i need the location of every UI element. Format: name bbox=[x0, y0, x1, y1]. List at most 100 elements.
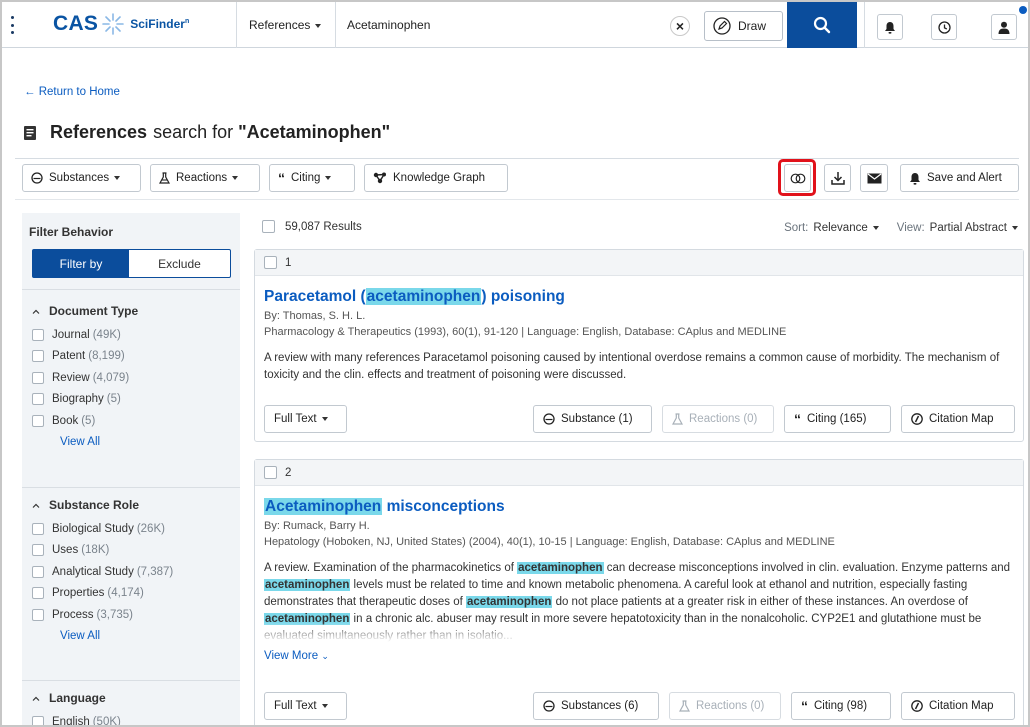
result-title-link[interactable]: Paracetamol (acetaminophen) poisoning bbox=[264, 288, 565, 306]
full-text-dropdown[interactable]: Full Text bbox=[264, 405, 347, 433]
select-all-checkbox[interactable] bbox=[262, 220, 275, 233]
filter-sidebar: Filter Behavior Filter by Exclude Docume… bbox=[22, 213, 240, 725]
filter-section-toggle[interactable]: Substance Role bbox=[32, 497, 173, 513]
checkbox[interactable] bbox=[32, 715, 44, 725]
clear-search-button[interactable]: × bbox=[670, 16, 690, 36]
filter-option[interactable]: Book (5) bbox=[32, 410, 138, 432]
filter-behavior-toggle: Filter by Exclude bbox=[32, 249, 231, 278]
filter-option[interactable]: Process (3,735) bbox=[32, 604, 173, 626]
sort-dropdown[interactable]: Relevance bbox=[813, 222, 867, 234]
result-authors: By: Thomas, S. H. L. bbox=[264, 310, 366, 322]
cas-burst-icon bbox=[102, 13, 125, 35]
citing-button[interactable]: “ Citing (165) bbox=[784, 405, 891, 433]
abstract-fade bbox=[264, 622, 1019, 642]
quote-icon: “ bbox=[794, 411, 801, 427]
page-title: References search for "Acetaminophen" bbox=[23, 122, 390, 143]
checkbox[interactable] bbox=[32, 544, 44, 557]
divider bbox=[236, 2, 237, 48]
filter-option[interactable]: Review (4,079) bbox=[32, 367, 138, 389]
filter-option[interactable]: English (50K) bbox=[32, 711, 121, 725]
checkbox[interactable] bbox=[32, 565, 44, 578]
checkbox[interactable] bbox=[32, 393, 44, 406]
citation-map-button[interactable]: Citation Map bbox=[901, 692, 1015, 720]
filter-option[interactable]: Properties (4,174) bbox=[32, 583, 173, 605]
citation-map-button[interactable]: Citation Map bbox=[901, 405, 1015, 433]
result-abstract: A review with many references Paracetamo… bbox=[264, 352, 1000, 381]
checkbox[interactable] bbox=[32, 328, 44, 341]
alerts-button[interactable] bbox=[877, 14, 903, 40]
filter-by-option[interactable]: Filter by bbox=[33, 250, 129, 277]
substance-button[interactable]: Substance (1) bbox=[533, 405, 652, 433]
chevron-down-icon: ⌄ bbox=[321, 651, 329, 661]
search-icon bbox=[813, 16, 831, 34]
filter-option[interactable]: Analytical Study (7,387) bbox=[32, 561, 173, 583]
result-title-link[interactable]: Acetaminophen misconceptions bbox=[264, 498, 505, 516]
divider bbox=[22, 680, 240, 681]
download-button[interactable] bbox=[824, 164, 851, 192]
checkbox[interactable] bbox=[32, 522, 44, 535]
save-and-alert-button[interactable]: Save and Alert bbox=[900, 164, 1019, 192]
results-count: 59,087 Results bbox=[262, 220, 362, 233]
knowledge-graph-button[interactable]: Knowledge Graph bbox=[364, 164, 508, 192]
draw-button[interactable]: Draw bbox=[704, 11, 783, 41]
filter-section-document-type: Document Type Journal (49K) Patent (8,199)… bbox=[32, 303, 138, 448]
bell-icon bbox=[885, 21, 895, 34]
citing-button[interactable]: “ Citing (98) bbox=[791, 692, 891, 720]
view-dropdown[interactable]: Partial Abstract bbox=[930, 222, 1007, 234]
mail-icon bbox=[867, 173, 881, 183]
checkbox[interactable] bbox=[32, 371, 44, 384]
substance-icon bbox=[543, 413, 555, 425]
filter-option[interactable]: Biography (5) bbox=[32, 389, 138, 411]
bell-icon bbox=[910, 172, 920, 185]
checkbox[interactable] bbox=[32, 608, 44, 621]
history-button[interactable] bbox=[931, 14, 957, 40]
result-checkbox[interactable] bbox=[264, 256, 277, 269]
substances-button[interactable]: Substances (6) bbox=[533, 692, 659, 720]
filter-option[interactable]: Biological Study (26K) bbox=[32, 518, 173, 540]
brand-name: CAS bbox=[53, 12, 99, 35]
filter-section-toggle[interactable]: Language bbox=[32, 690, 121, 706]
quote-icon: “ bbox=[278, 170, 285, 186]
filter-option[interactable]: Journal (49K) bbox=[32, 324, 138, 346]
reactions-button[interactable]: Reactions (0) bbox=[662, 405, 774, 433]
result-card: 1 Paracetamol (acetaminophen) poisoning … bbox=[254, 249, 1024, 442]
view-all-link[interactable]: View All bbox=[60, 630, 173, 642]
view-more-link[interactable]: View More ⌄ bbox=[264, 650, 329, 662]
view-all-link[interactable]: View All bbox=[60, 436, 138, 448]
cas-scifinder-logo[interactable]: CAS SciFindern bbox=[53, 12, 189, 36]
substance-icon bbox=[31, 172, 43, 184]
divider bbox=[15, 158, 1019, 159]
kebab-menu-icon[interactable] bbox=[10, 16, 14, 34]
search-button[interactable] bbox=[787, 2, 857, 48]
full-text-dropdown[interactable]: Full Text bbox=[264, 692, 347, 720]
checkbox[interactable] bbox=[32, 414, 44, 427]
chevron-up-icon bbox=[32, 309, 40, 314]
reactions-dropdown[interactable]: Reactions bbox=[150, 164, 260, 192]
filter-section-toggle[interactable]: Document Type bbox=[32, 303, 138, 319]
exclude-option[interactable]: Exclude bbox=[129, 250, 230, 277]
email-button[interactable] bbox=[860, 164, 888, 192]
account-button[interactable] bbox=[991, 14, 1017, 40]
citation-map-icon bbox=[911, 700, 923, 712]
quote-icon: “ bbox=[801, 698, 808, 714]
result-checkbox[interactable] bbox=[264, 466, 277, 479]
return-home-link[interactable]: ← Return to Home bbox=[24, 86, 120, 98]
filter-section-language: Language English (50K) bbox=[32, 690, 121, 725]
chevron-up-icon bbox=[32, 503, 40, 508]
flask-icon bbox=[672, 413, 683, 425]
filter-option[interactable]: Uses (18K) bbox=[32, 540, 173, 562]
checkbox[interactable] bbox=[32, 587, 44, 600]
citation-map-icon bbox=[911, 413, 923, 425]
citing-dropdown[interactable]: “ Citing bbox=[269, 164, 355, 192]
divider bbox=[864, 2, 865, 48]
substances-dropdown[interactable]: Substances bbox=[22, 164, 141, 192]
filter-option[interactable]: Patent (8,199) bbox=[32, 346, 138, 368]
divider bbox=[22, 289, 240, 290]
search-type-dropdown[interactable]: References bbox=[249, 18, 322, 32]
search-input[interactable]: Acetaminophen bbox=[347, 18, 430, 32]
reactions-button[interactable]: Reactions (0) bbox=[669, 692, 781, 720]
checkbox[interactable] bbox=[32, 350, 44, 363]
document-icon bbox=[24, 125, 36, 140]
chevron-up-icon bbox=[32, 696, 40, 701]
substance-icon bbox=[543, 700, 555, 712]
